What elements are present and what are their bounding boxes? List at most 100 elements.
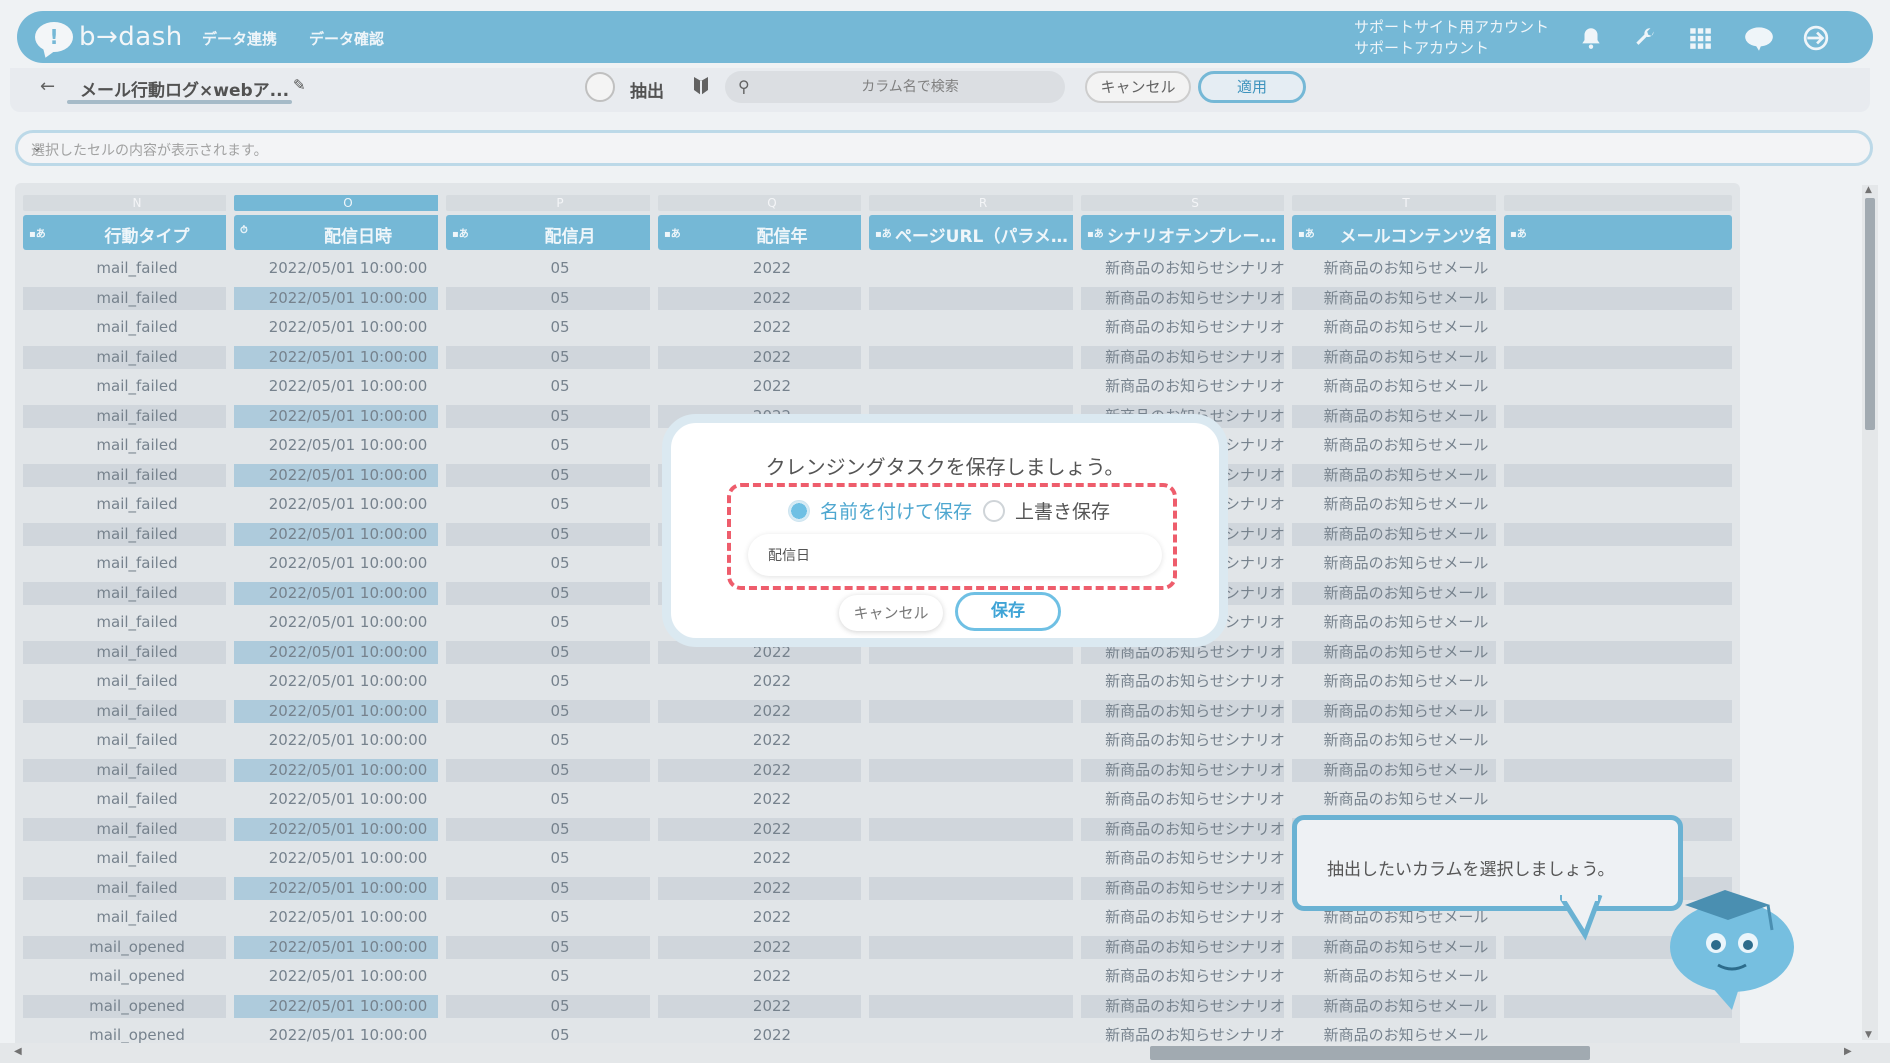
modal-cancel-button[interactable]: キャンセル <box>839 595 943 631</box>
table-cell[interactable] <box>869 286 1097 310</box>
table-cell[interactable]: mail_failed <box>23 434 251 458</box>
table-cell[interactable]: 新商品のお知らせシナリオ <box>1081 994 1309 1018</box>
table-cell[interactable]: 05 <box>446 1024 674 1043</box>
table-cell[interactable]: 新商品のお知らせシナリオ <box>1081 345 1309 369</box>
table-cell[interactable]: mail_failed <box>23 316 251 340</box>
table-cell[interactable]: 新商品のお知らせシナリオ <box>1081 847 1309 871</box>
table-cell[interactable] <box>1504 788 1732 812</box>
table-cell[interactable] <box>1504 522 1732 546</box>
table-cell[interactable]: 新商品のお知らせメール <box>1292 699 1520 723</box>
table-cell[interactable]: 新商品のお知らせメール <box>1292 463 1520 487</box>
table-cell[interactable]: 新商品のお知らせメール <box>1292 611 1520 635</box>
table-cell[interactable]: 2022 <box>658 817 886 841</box>
table-cell[interactable]: 新商品のお知らせメール <box>1292 935 1520 959</box>
table-cell[interactable]: mail_failed <box>23 581 251 605</box>
extract-label[interactable]: 抽出 <box>630 77 664 102</box>
table-cell[interactable]: 05 <box>446 581 674 605</box>
column-letter[interactable]: S <box>1081 195 1309 211</box>
table-cell[interactable] <box>869 876 1097 900</box>
table-cell[interactable]: 2022/05/01 10:00:00 <box>234 552 462 576</box>
table-cell[interactable]: 新商品のお知らせメール <box>1292 670 1520 694</box>
table-cell[interactable] <box>1504 729 1732 753</box>
table-cell[interactable]: 新商品のお知らせシナリオ <box>1081 817 1309 841</box>
scroll-left-icon[interactable]: ◀ <box>14 1046 22 1057</box>
table-cell[interactable]: 新商品のお知らせシナリオ <box>1081 788 1309 812</box>
table-cell[interactable]: 2022/05/01 10:00:00 <box>234 729 462 753</box>
table-cell[interactable] <box>869 670 1097 694</box>
table-cell[interactable]: mail_failed <box>23 257 251 281</box>
table-cell[interactable]: 2022/05/01 10:00:00 <box>234 847 462 871</box>
table-cell[interactable]: 05 <box>446 257 674 281</box>
table-cell[interactable]: mail_failed <box>23 729 251 753</box>
table-cell[interactable]: mail_failed <box>23 286 251 310</box>
table-cell[interactable]: mail_failed <box>23 463 251 487</box>
column-header[interactable]: ▪あ 行動タイプ <box>23 215 251 250</box>
table-cell[interactable] <box>869 345 1097 369</box>
table-cell[interactable]: 新商品のお知らせシナリオ <box>1081 906 1309 930</box>
toolbar-apply-button[interactable]: 適用 <box>1198 71 1306 103</box>
table-cell[interactable]: 05 <box>446 286 674 310</box>
table-cell[interactable]: 05 <box>446 935 674 959</box>
flag-icon[interactable] <box>690 74 712 98</box>
table-cell[interactable] <box>869 257 1097 281</box>
table-cell[interactable] <box>869 788 1097 812</box>
table-cell[interactable]: 2022/05/01 10:00:00 <box>234 640 462 664</box>
table-cell[interactable]: 05 <box>446 965 674 989</box>
column-header[interactable]: ▪あ メールコンテンツ名 <box>1292 215 1520 250</box>
table-cell[interactable]: 2022 <box>658 257 886 281</box>
back-arrow-icon[interactable]: ← <box>40 76 55 97</box>
notification-cloud-icon[interactable] <box>1743 25 1775 51</box>
table-cell[interactable]: 新商品のお知らせメール <box>1292 522 1520 546</box>
table-cell[interactable]: mail_opened <box>23 1024 251 1043</box>
nav-data-check[interactable]: データ確認 <box>309 28 384 49</box>
table-cell[interactable]: mail_failed <box>23 522 251 546</box>
table-cell[interactable]: 新商品のお知らせメール <box>1292 965 1520 989</box>
table-cell[interactable]: 2022/05/01 10:00:00 <box>234 1024 462 1043</box>
table-cell[interactable]: 05 <box>446 817 674 841</box>
cell-content-bar[interactable]: 選択したセルの内容が表示されます。 ⌄ <box>15 130 1873 166</box>
table-cell[interactable]: 2022 <box>658 847 886 871</box>
table-cell[interactable]: 2022 <box>658 876 886 900</box>
table-cell[interactable] <box>869 1024 1097 1043</box>
table-cell[interactable]: 新商品のお知らせメール <box>1292 257 1520 281</box>
table-cell[interactable] <box>1504 552 1732 576</box>
table-cell[interactable]: mail_opened <box>23 994 251 1018</box>
table-cell[interactable]: 05 <box>446 876 674 900</box>
grid-icon[interactable] <box>1686 25 1714 51</box>
table-cell[interactable]: 2022/05/01 10:00:00 <box>234 257 462 281</box>
table-cell[interactable] <box>1504 404 1732 428</box>
table-cell[interactable]: 新商品のお知らせシナリオ <box>1081 375 1309 399</box>
column-search[interactable]: ⚲ <box>725 71 1065 103</box>
table-cell[interactable]: mail_failed <box>23 699 251 723</box>
table-cell[interactable] <box>1504 463 1732 487</box>
table-cell[interactable]: 05 <box>446 463 674 487</box>
table-cell[interactable] <box>1504 434 1732 458</box>
table-cell[interactable]: 2022/05/01 10:00:00 <box>234 581 462 605</box>
table-cell[interactable]: 2022 <box>658 699 886 723</box>
table-cell[interactable]: 2022 <box>658 994 886 1018</box>
table-cell[interactable] <box>1504 493 1732 517</box>
modal-save-button[interactable]: 保存 <box>955 592 1061 631</box>
search-input[interactable] <box>765 75 1055 99</box>
table-cell[interactable]: 05 <box>446 640 674 664</box>
table-cell[interactable]: 05 <box>446 699 674 723</box>
table-cell[interactable]: 2022/05/01 10:00:00 <box>234 788 462 812</box>
table-cell[interactable]: 05 <box>446 788 674 812</box>
table-cell[interactable]: 2022 <box>658 729 886 753</box>
column-letter[interactable]: R <box>869 195 1097 211</box>
table-cell[interactable]: mail_failed <box>23 876 251 900</box>
table-cell[interactable]: 新商品のお知らせメール <box>1292 552 1520 576</box>
table-cell[interactable]: 2022 <box>658 375 886 399</box>
table-cell[interactable]: 2022 <box>658 286 886 310</box>
table-cell[interactable]: 2022/05/01 10:00:00 <box>234 758 462 782</box>
table-cell[interactable]: 2022 <box>658 316 886 340</box>
table-cell[interactable] <box>1504 1024 1732 1043</box>
table-cell[interactable]: 2022 <box>658 788 886 812</box>
scroll-up-icon[interactable]: ▲ <box>1865 185 1872 195</box>
column-letter[interactable]: N <box>23 195 251 211</box>
column-letter[interactable]: P <box>446 195 674 211</box>
task-title[interactable]: メール行動ログ×webア... <box>80 76 289 101</box>
table-cell[interactable] <box>1504 581 1732 605</box>
table-cell[interactable]: 新商品のお知らせシナリオ <box>1081 257 1309 281</box>
logout-icon[interactable] <box>1801 25 1831 51</box>
